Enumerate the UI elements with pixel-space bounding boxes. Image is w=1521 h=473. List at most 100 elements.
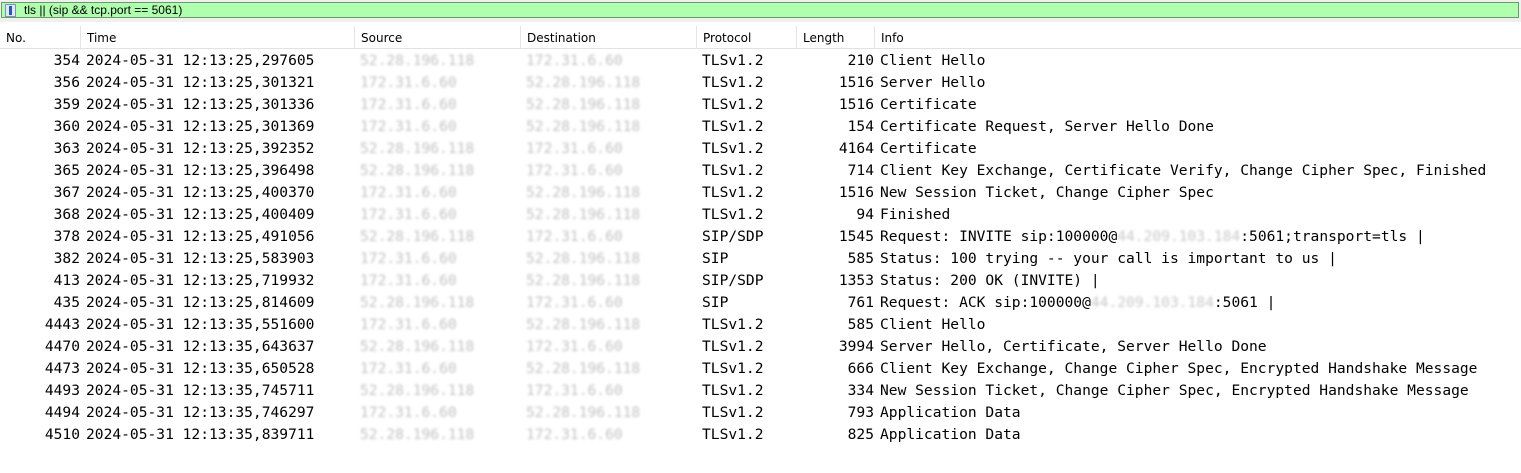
packet-source: 52.28.196.118	[360, 338, 475, 355]
packet-row[interactable]: 359 2024-05-31 12:13:25,301336 172.31.6.60…	[0, 94, 1521, 116]
column-header-time[interactable]: Time	[81, 26, 355, 48]
packet-row[interactable]: 4494 2024-05-31 12:13:35,746297 172.31.6.6…	[0, 402, 1521, 424]
packet-row[interactable]: 4443 2024-05-31 12:13:35,551600 172.31.6.6…	[0, 314, 1521, 336]
packet-row[interactable]: 4510 2024-05-31 12:13:35,839711 52.28.196.…	[0, 424, 1521, 446]
packet-length: 761	[847, 294, 874, 311]
packet-info-text: Certificate	[880, 140, 977, 157]
packet-protocol: SIP	[702, 294, 729, 311]
packet-info: Application Data	[880, 402, 1021, 424]
packet-protocol: TLSv1.2	[702, 184, 764, 201]
packet-no: 378	[53, 228, 80, 245]
packet-length: 1353	[838, 272, 874, 289]
packet-source: 52.28.196.118	[360, 162, 475, 179]
column-header-no[interactable]: No.	[0, 26, 81, 48]
packet-protocol: TLSv1.2	[702, 74, 764, 91]
packet-length: 825	[847, 426, 874, 443]
packet-info: Certificate	[880, 94, 977, 116]
column-header-destination[interactable]: Destination	[521, 26, 697, 48]
packet-info: New Session Ticket, Change Cipher Spec, …	[880, 380, 1469, 402]
packet-no: 4510	[44, 426, 80, 443]
packet-source: 172.31.6.60	[360, 250, 457, 267]
packet-length: 3994	[838, 338, 874, 355]
packet-info-text-suffix: :5061 |	[1213, 294, 1276, 311]
packet-info: Request: INVITE sip:100000@44.209.103.18…	[880, 226, 1425, 248]
display-filter-input[interactable]: tls || (sip && tcp.port == 5061)	[1, 2, 1519, 18]
packet-protocol: SIP/SDP	[702, 272, 764, 289]
packet-row[interactable]: 4470 2024-05-31 12:13:35,643637 52.28.196.…	[0, 336, 1521, 358]
packet-source: 172.31.6.60	[360, 272, 457, 289]
packet-info: Server Hello	[880, 72, 985, 94]
column-header-length[interactable]: Length	[797, 26, 875, 48]
packet-time: 2024-05-31 12:13:35,839711	[86, 426, 315, 443]
packet-info: Certificate	[880, 138, 977, 160]
packet-length: 334	[847, 382, 874, 399]
packet-destination: 52.28.196.118	[526, 272, 641, 289]
packet-time: 2024-05-31 12:13:25,301321	[86, 74, 315, 91]
bookmark-icon[interactable]	[5, 4, 16, 17]
packet-info-text: Server Hello	[880, 74, 986, 91]
packet-time: 2024-05-31 12:13:25,719932	[86, 272, 315, 289]
packet-row[interactable]: 413 2024-05-31 12:13:25,719932 172.31.6.60…	[0, 270, 1521, 292]
packet-info-text: Client Key Exchange, Change Cipher Spec,…	[880, 360, 1478, 377]
packet-time: 2024-05-31 12:13:25,400409	[86, 206, 315, 223]
packet-destination: 172.31.6.60	[526, 426, 623, 443]
packet-info-text: Server Hello, Certificate, Server Hello …	[880, 338, 1267, 355]
packet-time: 2024-05-31 12:13:25,392352	[86, 140, 315, 157]
packet-info: Status: 100 trying -- your call is impor…	[880, 248, 1337, 270]
column-header-source[interactable]: Source	[355, 26, 521, 48]
packet-info-text: Certificate	[880, 96, 977, 113]
packet-no: 382	[53, 250, 80, 267]
packet-destination: 52.28.196.118	[526, 360, 641, 377]
packet-row[interactable]: 367 2024-05-31 12:13:25,400370 172.31.6.60…	[0, 182, 1521, 204]
packet-no: 413	[53, 272, 80, 289]
packet-protocol: TLSv1.2	[702, 96, 764, 113]
packet-row[interactable]: 4473 2024-05-31 12:13:35,650528 172.31.6.6…	[0, 358, 1521, 380]
packet-source: 172.31.6.60	[360, 184, 457, 201]
packet-row[interactable]: 4493 2024-05-31 12:13:35,745711 52.28.196.…	[0, 380, 1521, 402]
packet-source: 172.31.6.60	[360, 316, 457, 333]
packet-time: 2024-05-31 12:13:25,396498	[86, 162, 315, 179]
packet-time: 2024-05-31 12:13:35,745711	[86, 382, 315, 399]
packet-no: 368	[53, 206, 80, 223]
packet-no: 356	[53, 74, 80, 91]
packet-row[interactable]: 382 2024-05-31 12:13:25,583903 172.31.6.60…	[0, 248, 1521, 270]
packet-row[interactable]: 354 2024-05-31 12:13:25,297605 52.28.196.1…	[0, 50, 1521, 72]
packet-destination: 172.31.6.60	[526, 338, 623, 355]
packet-protocol: TLSv1.2	[702, 338, 764, 355]
packet-no: 359	[53, 96, 80, 113]
packet-no: 367	[53, 184, 80, 201]
packet-info: Finished	[880, 204, 950, 226]
packet-row[interactable]: 435 2024-05-31 12:13:25,814609 52.28.196.1…	[0, 292, 1521, 314]
packet-row[interactable]: 365 2024-05-31 12:13:25,396498 52.28.196.1…	[0, 160, 1521, 182]
packet-destination: 172.31.6.60	[526, 140, 623, 157]
packet-info-text: Request: ACK sip:100000@	[880, 294, 1091, 311]
packet-protocol: TLSv1.2	[702, 316, 764, 333]
packet-length: 714	[847, 162, 874, 179]
packet-time: 2024-05-31 12:13:35,643637	[86, 338, 315, 355]
packet-source: 172.31.6.60	[360, 96, 457, 113]
packet-no: 363	[53, 140, 80, 157]
packet-time: 2024-05-31 12:13:25,301369	[86, 118, 315, 135]
packet-row[interactable]: 360 2024-05-31 12:13:25,301369 172.31.6.60…	[0, 116, 1521, 138]
packet-info-text-suffix: :5061;transport=tls |	[1240, 228, 1425, 245]
packet-info: Client Hello	[880, 314, 985, 336]
column-header-info[interactable]: Info	[875, 26, 1521, 48]
packet-length: 94	[856, 206, 874, 223]
column-header-protocol[interactable]: Protocol	[697, 26, 797, 48]
packet-protocol: TLSv1.2	[702, 52, 764, 69]
packet-source: 52.28.196.118	[360, 140, 475, 157]
packet-row[interactable]: 363 2024-05-31 12:13:25,392352 52.28.196.1…	[0, 138, 1521, 160]
packet-row[interactable]: 378 2024-05-31 12:13:25,491056 52.28.196.1…	[0, 226, 1521, 248]
packet-info: Client Hello	[880, 50, 985, 72]
packet-info-text: Request: INVITE sip:100000@	[880, 228, 1118, 245]
packet-row[interactable]: 356 2024-05-31 12:13:25,301321 172.31.6.60…	[0, 72, 1521, 94]
packet-time: 2024-05-31 12:13:25,491056	[86, 228, 315, 245]
packet-destination: 52.28.196.118	[526, 184, 641, 201]
packet-info-redacted-ip: 44.209.103.184	[1090, 294, 1214, 311]
packet-destination: 172.31.6.60	[526, 162, 623, 179]
packet-info: Client Key Exchange, Change Cipher Spec,…	[880, 358, 1477, 380]
packet-row[interactable]: 368 2024-05-31 12:13:25,400409 172.31.6.60…	[0, 204, 1521, 226]
packet-info-text: Status: 100 trying -- your call is impor…	[880, 250, 1337, 267]
packet-no: 435	[53, 294, 80, 311]
packet-no: 4470	[44, 338, 80, 355]
